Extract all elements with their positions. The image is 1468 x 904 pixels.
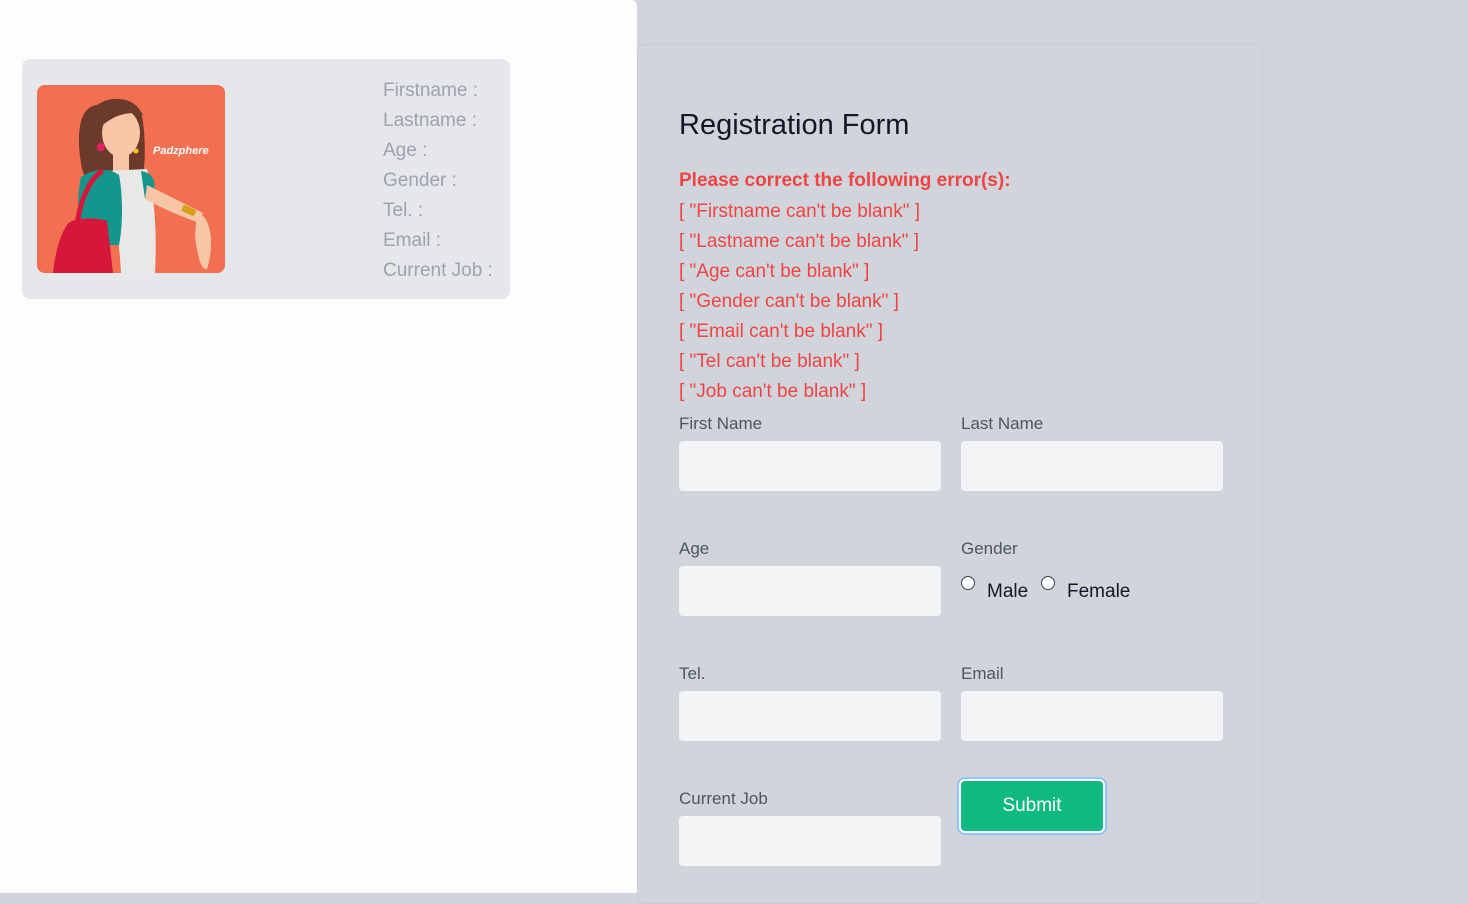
profile-lastname-label: Lastname : xyxy=(383,110,477,131)
profile-firstname-label: Firstname : xyxy=(383,80,479,101)
registration-form: Registration Form Please correct the fol… xyxy=(637,44,1263,904)
gender-female-radio[interactable] xyxy=(1041,576,1055,590)
profile-card: Padzphere Firstname : Lastname : Age : G… xyxy=(22,59,510,299)
tel-input[interactable] xyxy=(679,691,941,741)
error-job: [ "Job can't be blank" ] xyxy=(679,381,867,402)
profile-job-label: Current Job : xyxy=(383,260,493,281)
avatar-brand-text: Padzphere xyxy=(153,145,209,157)
gender-female-label[interactable]: Female xyxy=(1067,581,1130,603)
avatar-illustration: Padzphere xyxy=(37,85,225,273)
error-lastname: [ "Lastname can't be blank" ] xyxy=(679,231,919,252)
profile-gender-label: Gender : xyxy=(383,170,457,191)
form-title: Registration Form xyxy=(679,109,910,141)
first-name-input[interactable] xyxy=(679,441,941,491)
tel-label: Tel. xyxy=(679,664,706,683)
current-job-label: Current Job xyxy=(679,789,768,808)
submit-button[interactable]: Submit xyxy=(959,779,1105,833)
age-input[interactable] xyxy=(679,566,941,616)
error-tel: [ "Tel can't be blank" ] xyxy=(679,351,860,372)
gender-male-radio[interactable] xyxy=(961,576,975,590)
error-email: [ "Email can't be blank" ] xyxy=(679,321,884,342)
error-gender: [ "Gender can't be blank" ] xyxy=(679,291,899,312)
error-list: [ "Firstname can't be blank" ] [ "Lastna… xyxy=(679,197,920,407)
current-job-input[interactable] xyxy=(679,816,941,866)
gender-label: Gender xyxy=(961,539,1018,558)
error-heading: Please correct the following error(s): xyxy=(679,170,1011,191)
email-input[interactable] xyxy=(961,691,1223,741)
profile-email-label: Email : xyxy=(383,230,442,251)
first-name-label: First Name xyxy=(679,414,763,433)
error-age: [ "Age can't be blank" ] xyxy=(679,261,870,282)
last-name-input[interactable] xyxy=(961,441,1223,491)
avatar: Padzphere xyxy=(37,85,225,273)
age-label: Age xyxy=(679,539,710,558)
left-panel: Padzphere Firstname : Lastname : Age : G… xyxy=(0,0,637,893)
email-label: Email xyxy=(961,664,1004,683)
error-firstname: [ "Firstname can't be blank" ] xyxy=(679,201,920,222)
profile-tel-label: Tel. : xyxy=(383,200,424,221)
profile-age-label: Age : xyxy=(383,140,428,161)
profile-fields: Firstname : Lastname : Age : Gender : Te… xyxy=(383,76,493,286)
gender-male-label[interactable]: Male xyxy=(987,581,1028,603)
last-name-label: Last Name xyxy=(961,414,1044,433)
